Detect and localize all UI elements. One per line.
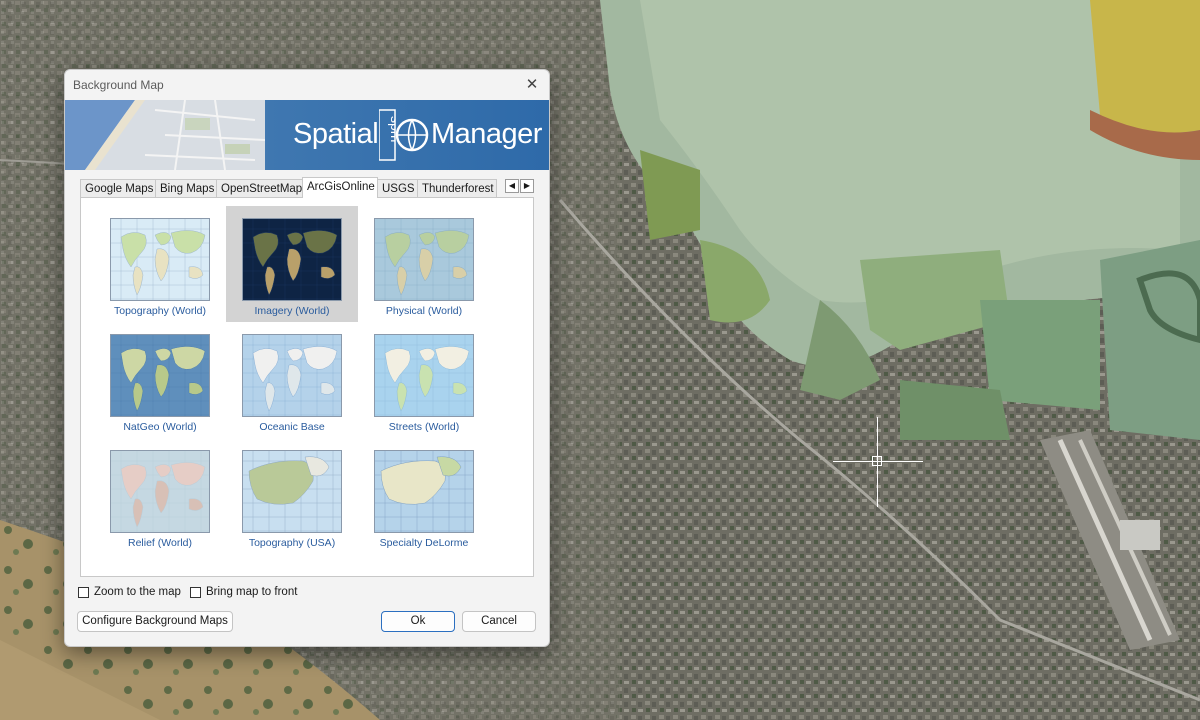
map-option-label: Relief (World)	[128, 537, 192, 549]
map-option-oceanic[interactable]: Oceanic Base	[226, 322, 358, 438]
tab-label: Google Maps	[85, 183, 154, 195]
tab-thunderforest[interactable]: Thunderforest	[417, 179, 497, 197]
map-thumbnail-image[interactable]	[110, 334, 210, 417]
map-option-topo[interactable]: Topography (World)	[94, 206, 226, 322]
cancel-button[interactable]: Cancel	[462, 611, 536, 632]
map-thumbnail-image[interactable]	[374, 334, 474, 417]
map-option-streets[interactable]: Streets (World)	[358, 322, 490, 438]
arrow-right-icon[interactable]: ▶	[520, 179, 534, 193]
tab-label: ArcGisOnline	[307, 181, 375, 193]
tab-label: Bing Maps	[160, 183, 215, 195]
tab-label: USGS	[382, 183, 415, 195]
map-thumbnail-image[interactable]	[110, 450, 210, 533]
map-option-label: Topography (World)	[113, 305, 206, 317]
tab-scroll-arrows: ◀ ▶	[505, 179, 535, 195]
background-map-dialog: Background Map ✕ Spatial spm Manager Goo…	[64, 69, 550, 647]
map-gallery-panel: Topography (World) Imagery (World) Physica…	[80, 197, 534, 577]
banner-map-image	[65, 100, 265, 170]
tab-arcgisonline[interactable]: ArcGisOnline	[302, 177, 378, 198]
bring-map-to-front-label: Bring map to front	[206, 586, 298, 598]
map-option-label: Oceanic Base	[259, 421, 325, 433]
map-option-imagery[interactable]: Imagery (World)	[226, 206, 358, 322]
tab-label: OpenStreetMap	[221, 183, 303, 195]
map-option-label: Streets (World)	[388, 421, 460, 433]
map-option-natgeo[interactable]: NatGeo (World)	[94, 322, 226, 438]
map-option-label: Topography (USA)	[248, 537, 336, 549]
map-option-label: NatGeo (World)	[123, 421, 197, 433]
configure-background-maps-button[interactable]: Configure Background Maps	[77, 611, 233, 632]
map-thumbnail-image[interactable]	[110, 218, 210, 301]
map-option-physical[interactable]: Physical (World)	[358, 206, 490, 322]
logo-mark-text: spm	[388, 116, 395, 142]
close-icon[interactable]: ✕	[521, 74, 543, 96]
map-cursor-crosshair	[833, 417, 923, 507]
logo-text-spatial: Spatial	[293, 118, 379, 150]
map-thumbnail-image[interactable]	[242, 450, 342, 533]
tab-label: Thunderforest	[422, 183, 494, 195]
checkbox-box[interactable]	[190, 586, 201, 598]
map-thumbnail-image[interactable]	[374, 218, 474, 301]
spatial-manager-banner: Spatial spm Manager	[65, 100, 549, 170]
zoom-to-map-label: Zoom to the map	[94, 586, 181, 598]
arrow-left-icon[interactable]: ◀	[505, 179, 519, 193]
map-option-topousa[interactable]: Topography (USA)	[226, 438, 358, 554]
tab-google-maps[interactable]: Google Maps	[80, 179, 156, 197]
tab-bing-maps[interactable]: Bing Maps	[155, 179, 217, 197]
tab-openstreetmap[interactable]: OpenStreetMap	[216, 179, 303, 197]
zoom-to-map-checkbox[interactable]: Zoom to the map	[78, 586, 181, 598]
map-option-label: Specialty DeLorme	[379, 537, 469, 549]
map-option-label: Physical (World)	[385, 305, 463, 317]
map-option-label: Imagery (World)	[254, 305, 330, 317]
tab-usgs[interactable]: USGS	[377, 179, 418, 197]
ok-button[interactable]: Ok	[381, 611, 455, 632]
checkbox-box[interactable]	[78, 586, 89, 598]
spm-logo-icon: spm	[378, 108, 429, 162]
bring-map-to-front-checkbox[interactable]: Bring map to front	[190, 586, 297, 598]
logo-text-manager: Manager	[431, 118, 542, 150]
map-thumbnail-image[interactable]	[374, 450, 474, 533]
provider-tabs: Google Maps Bing Maps OpenStreetMap ArcG…	[80, 177, 540, 198]
map-thumbnail-image[interactable]	[242, 334, 342, 417]
map-option-delorme[interactable]: Specialty DeLorme	[358, 438, 490, 554]
map-option-relief[interactable]: Relief (World)	[94, 438, 226, 554]
dialog-title: Background Map	[73, 78, 164, 92]
map-thumbnail-image[interactable]	[242, 218, 342, 301]
dialog-titlebar[interactable]: Background Map ✕	[65, 70, 549, 100]
